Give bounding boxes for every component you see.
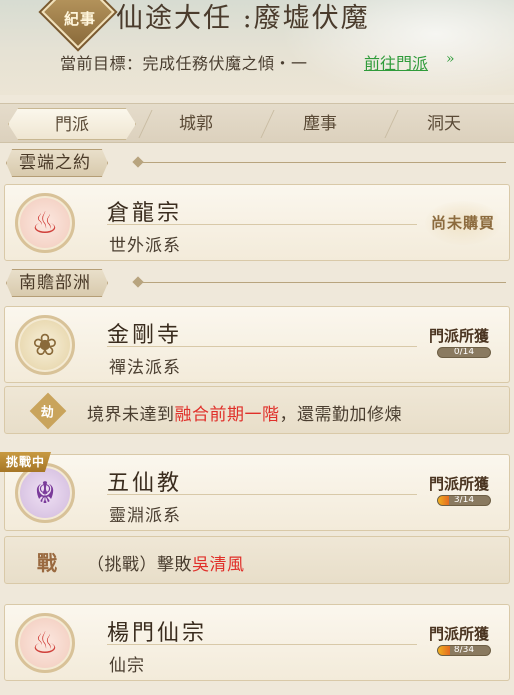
condition-highlight: 融合前期一階 <box>174 405 280 425</box>
in-challenge-tag: 挑戰中 <box>0 452 52 472</box>
condition-prefix: 境界未達到 <box>87 405 175 425</box>
divider <box>107 346 417 347</box>
divider <box>107 224 417 225</box>
sect-card[interactable]: ☬ 五仙教 靈淵派系 門派所獲 3/14 <box>4 454 510 531</box>
progress-text: 0/14 <box>453 347 475 357</box>
flame-icon: ♨ <box>15 613 75 673</box>
tab-sect[interactable]: 門派 <box>8 108 136 140</box>
battle-icon: 戰 <box>37 550 57 575</box>
sect-name: 五仙教 <box>107 471 183 496</box>
sect-name: 楊門仙宗 <box>107 621 208 646</box>
sect-type: 靈淵派系 <box>109 506 181 526</box>
sect-type: 禪法派系 <box>109 358 181 378</box>
sect-gain-label: 門派所獲 <box>429 475 490 493</box>
tab-city[interactable]: 城郭 <box>132 108 260 140</box>
progress-text: 8/34 <box>453 645 475 655</box>
section-header: 南贍部洲 <box>0 268 514 298</box>
goto-sect-link[interactable]: 前往門派 <box>364 50 428 74</box>
sect-card[interactable]: ♨ 楊門仙宗 仙宗 門派所獲 8/34 <box>4 604 510 681</box>
condition-row: 劫 境界未達到融合前期一階，還需勤加修煉 <box>4 386 510 434</box>
sect-gain-label: 門派所獲 <box>429 327 490 345</box>
sect-type: 世外派系 <box>109 236 181 256</box>
demon-mask-icon: ☬ <box>15 463 75 523</box>
sect-name: 金剛寺 <box>107 323 183 348</box>
sect-gain-progress: 0/14 <box>437 347 491 358</box>
flame-icon: ♨ <box>15 193 75 253</box>
quest-header: 紀事 仙途大任 :廢墟伏魔 當前目標：完成任務伏魔之傾・一 前往門派 » <box>0 0 514 95</box>
sect-gain-progress: 3/14 <box>437 495 491 506</box>
condition-suffix: ，還需勤加修煉 <box>279 405 402 425</box>
realm-seal-icon: 劫 <box>29 392 67 430</box>
sect-gain-progress: 8/34 <box>437 645 491 656</box>
lotus-icon: ❀ <box>15 315 75 375</box>
section-divider <box>140 282 506 283</box>
quest-title: 仙途大任 :廢墟伏魔 <box>116 3 370 34</box>
sect-name: 倉龍宗 <box>107 201 183 226</box>
section-title: 南贍部洲 <box>6 269 108 297</box>
category-tabbar: 門派 城郭 塵事 洞天 <box>0 103 514 143</box>
condition-highlight: 吳清風 <box>192 555 245 575</box>
condition-row: 戰 （挑戰）擊敗吳清風 <box>4 536 510 584</box>
condition-text: 境界未達到融合前期一階，還需勤加修煉 <box>87 400 402 425</box>
chronicle-emblem-label: 紀事 <box>63 10 96 28</box>
double-chevron-right-icon[interactable]: » <box>446 51 455 67</box>
realm-seal-char: 劫 <box>41 405 55 421</box>
section-header: 雲端之約 <box>0 148 514 178</box>
condition-prefix: （挑戰）擊敗 <box>87 555 192 575</box>
condition-text: （挑戰）擊敗吳清風 <box>87 550 245 575</box>
tab-worldly[interactable]: 塵事 <box>256 108 384 140</box>
divider <box>107 644 417 645</box>
sect-gain-label: 門派所獲 <box>429 625 490 643</box>
sect-card[interactable]: ♨ 倉龍宗 世外派系 尚未購買 <box>4 184 510 261</box>
divider <box>107 494 417 495</box>
sect-type: 仙宗 <box>109 656 145 676</box>
sect-card[interactable]: ❀ 金剛寺 禪法派系 門派所獲 0/14 <box>4 306 510 383</box>
progress-text: 3/14 <box>453 495 475 505</box>
not-purchased-stamp: 尚未購買 <box>425 201 501 245</box>
current-objective: 當前目標：完成任務伏魔之傾・一 <box>60 54 308 73</box>
tab-cave[interactable]: 洞天 <box>380 108 508 140</box>
section-divider <box>140 162 506 163</box>
section-title: 雲端之約 <box>6 149 108 177</box>
